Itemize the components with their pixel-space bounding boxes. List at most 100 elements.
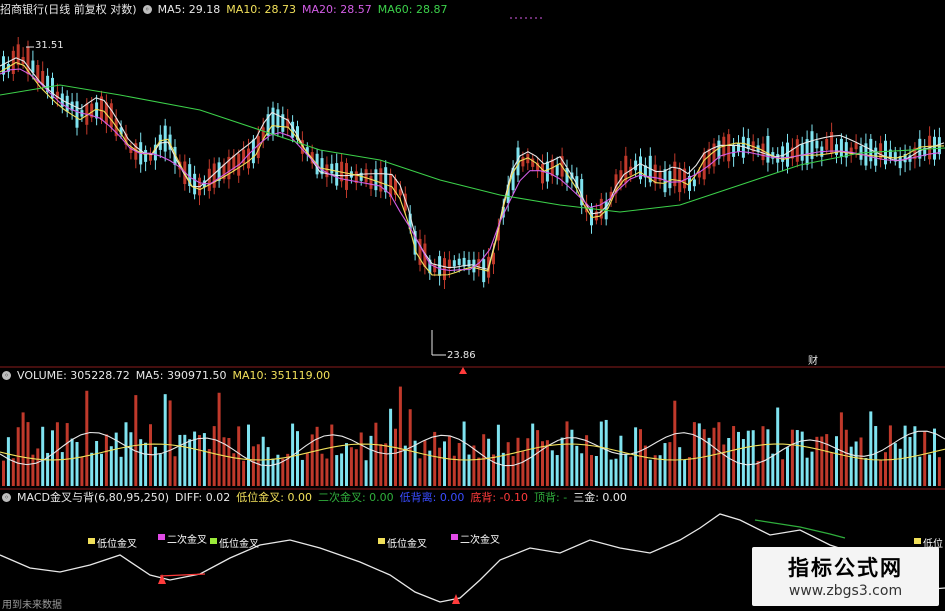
vol-ma5-label: MA5: 390971.50 bbox=[135, 368, 227, 382]
volume-bar bbox=[937, 457, 941, 486]
volume-bar bbox=[776, 407, 780, 486]
volume-bar bbox=[90, 452, 94, 486]
volume-bar bbox=[369, 435, 373, 486]
second-cross-label: 二次金叉: 0.00 bbox=[317, 491, 394, 504]
volume-bar bbox=[648, 459, 652, 486]
settings-icon[interactable]: ◦ bbox=[142, 4, 152, 14]
volume-bar bbox=[918, 456, 922, 486]
candle-body bbox=[854, 142, 858, 150]
volume-bar bbox=[330, 424, 334, 486]
candle-body bbox=[325, 164, 329, 178]
volume-bar bbox=[320, 453, 324, 486]
volume-bar bbox=[741, 439, 745, 486]
volume-bar bbox=[526, 438, 530, 486]
bottom-div-label: 底背: -0.10 bbox=[470, 491, 529, 504]
candle-body bbox=[457, 258, 461, 266]
volume-bar bbox=[732, 426, 736, 486]
volume-bar bbox=[643, 445, 647, 486]
volume-bar bbox=[340, 453, 344, 486]
volume-bar bbox=[781, 459, 785, 486]
settings-icon[interactable]: ◦ bbox=[2, 370, 11, 380]
volume-bar bbox=[864, 458, 868, 486]
volume-bar bbox=[531, 423, 535, 486]
volume-bar bbox=[604, 419, 608, 486]
volume-bar bbox=[452, 455, 456, 486]
volume-bar bbox=[364, 460, 368, 486]
candle-body bbox=[825, 139, 829, 150]
volume-bar bbox=[496, 424, 500, 486]
volume-bar bbox=[354, 449, 358, 486]
volume-bar bbox=[688, 457, 691, 486]
volume-bar bbox=[810, 451, 814, 486]
volume-bar bbox=[276, 454, 280, 486]
candle-body bbox=[839, 138, 843, 157]
candle-body bbox=[746, 138, 750, 149]
volume-bar bbox=[668, 442, 672, 486]
signal-tag: 二次金叉 bbox=[158, 531, 207, 546]
macd-trend-line bbox=[754, 519, 846, 539]
volume-bar bbox=[345, 443, 348, 486]
volume-bar bbox=[653, 455, 657, 486]
volume-bar bbox=[447, 436, 451, 486]
volume-bar bbox=[854, 441, 858, 486]
volume-bar bbox=[104, 434, 108, 486]
candle-body bbox=[369, 175, 373, 189]
volume-bar bbox=[413, 440, 417, 486]
candle-body bbox=[800, 144, 804, 161]
volume-bar bbox=[394, 428, 397, 486]
volume-bar bbox=[712, 427, 716, 486]
volume-bar bbox=[835, 436, 838, 486]
volume-bar bbox=[820, 436, 824, 486]
volume-bar bbox=[335, 455, 339, 486]
volume-bar bbox=[134, 395, 138, 486]
candle-body bbox=[11, 50, 15, 75]
volume-bar bbox=[207, 448, 211, 486]
volume-bar bbox=[119, 456, 123, 486]
candle-body bbox=[41, 70, 45, 85]
volume-bar bbox=[60, 452, 64, 486]
volume-bar bbox=[482, 434, 486, 486]
candle-body bbox=[75, 101, 79, 128]
volume-bar bbox=[139, 439, 143, 486]
volume-bar bbox=[271, 458, 275, 486]
candle-body bbox=[330, 163, 334, 174]
settings-icon[interactable]: ◦ bbox=[2, 492, 11, 502]
stock-chart bbox=[0, 17, 945, 604]
volume-bar bbox=[418, 458, 422, 486]
volume-bar bbox=[41, 426, 45, 486]
candle-body bbox=[452, 260, 456, 267]
volume-bar bbox=[198, 435, 201, 486]
volume-bar bbox=[237, 426, 241, 486]
volume-bar bbox=[683, 459, 687, 486]
volume-bar bbox=[2, 460, 5, 486]
volume-bar bbox=[756, 460, 760, 486]
volume-bar bbox=[884, 452, 887, 486]
candle-body bbox=[95, 102, 99, 119]
volume-header: ◦ VOLUME: 305228.72 MA5: 390971.50 MA10:… bbox=[2, 367, 330, 383]
candle-body bbox=[555, 165, 559, 176]
volume-bar bbox=[31, 454, 35, 486]
volume-bar bbox=[315, 426, 319, 486]
volume-bar bbox=[663, 443, 667, 486]
volume-bar bbox=[908, 437, 912, 486]
volume-bar bbox=[879, 460, 883, 486]
stock-title: 招商银行(日线 前复权 对数) bbox=[0, 3, 137, 16]
volume-bar bbox=[26, 422, 30, 486]
volume-bar bbox=[619, 435, 623, 486]
volume-bar bbox=[359, 432, 363, 486]
volume-bar bbox=[305, 453, 309, 486]
volume-bar bbox=[438, 447, 442, 486]
volume-bar bbox=[95, 441, 99, 486]
volume-bar bbox=[266, 447, 270, 486]
volume-bar bbox=[11, 458, 15, 486]
volume-bar bbox=[599, 421, 603, 486]
diff-label: DIFF: 0.02 bbox=[175, 490, 231, 504]
volume-bar bbox=[722, 444, 726, 486]
volume-bar bbox=[516, 437, 520, 486]
volume-bar bbox=[786, 447, 789, 486]
volume-bar bbox=[874, 426, 878, 486]
event-marker[interactable]: 财 bbox=[808, 352, 818, 367]
signal-tag: 低位金叉 bbox=[88, 535, 137, 550]
volume-bar bbox=[242, 460, 246, 486]
candle-body bbox=[16, 44, 20, 66]
